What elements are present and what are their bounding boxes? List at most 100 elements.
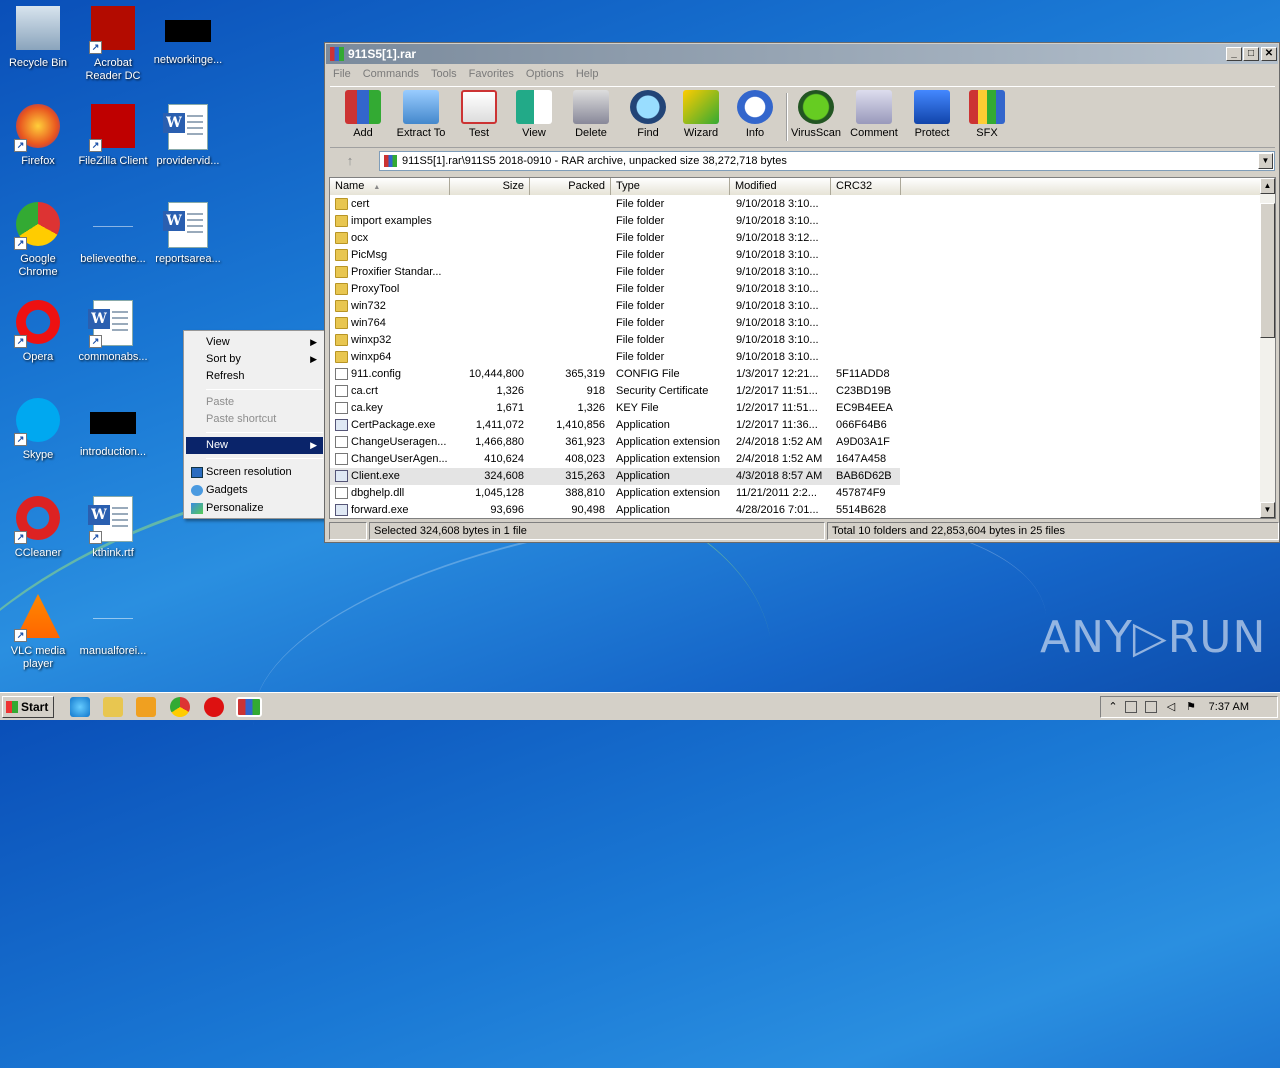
volume-icon[interactable]: ◁: [1165, 701, 1177, 713]
table-row[interactable]: CertPackage.exe 1,411,072 1,410,856 Applica…: [330, 417, 900, 434]
toolbar-wizard-button[interactable]: Wizard: [673, 90, 729, 139]
menu-favorites[interactable]: Favorites: [463, 65, 520, 84]
table-row[interactable]: ProxyTool File folder 9/10/2018 3:10...: [330, 281, 900, 298]
table-row[interactable]: dbghelp.dll 1,045,128 388,810 Application e…: [330, 485, 900, 502]
menu-item-personalize[interactable]: Personalize: [186, 500, 323, 517]
menu-item-new[interactable]: New ▶: [186, 437, 323, 454]
window-title: 911S5[1].rar: [348, 47, 417, 61]
menu-item-gadgets[interactable]: Gadgets: [186, 482, 323, 499]
network-icon[interactable]: [1125, 701, 1137, 713]
close-button[interactable]: ✕: [1261, 47, 1277, 61]
toolbar-delete-button[interactable]: Delete: [563, 90, 619, 139]
desktop-icon[interactable]: ↗ FileZilla Client: [75, 104, 151, 168]
column-type[interactable]: Type: [611, 178, 730, 195]
action-center-icon[interactable]: [1145, 701, 1157, 713]
menu-options[interactable]: Options: [520, 65, 570, 84]
column-label: Type: [616, 180, 640, 192]
desktop-icon[interactable]: W ↗ commonabs...: [75, 300, 151, 364]
table-row[interactable]: ChangeUseragen... 1,466,880 361,923 Applica…: [330, 434, 900, 451]
table-row[interactable]: win732 File folder 9/10/2018 3:10...: [330, 298, 900, 315]
desktop-icon[interactable]: introduction...: [75, 398, 151, 459]
toolbar-protect-button[interactable]: Protect: [904, 90, 960, 139]
menu-item-sort-by[interactable]: Sort by ▶: [186, 351, 323, 368]
table-row[interactable]: winxp64 File folder 9/10/2018 3:10...: [330, 349, 900, 366]
path-field[interactable]: 911S5[1].rar\911S5 2018-0910 - RAR archi…: [379, 151, 1275, 171]
minimize-button[interactable]: _: [1226, 47, 1242, 61]
table-row[interactable]: Client.exe 324,608 315,263 Application 4/3/2…: [330, 468, 900, 485]
start-button[interactable]: Start: [2, 696, 54, 718]
table-row[interactable]: import examples File folder 9/10/2018 3:10…: [330, 213, 900, 230]
column-packed[interactable]: Packed: [530, 178, 611, 195]
toolbar-virusscan-button[interactable]: VirusScan: [788, 90, 844, 139]
toolbar-info-button[interactable]: Info: [727, 90, 783, 139]
desktop-icon[interactable]: ↗ Google Chrome: [0, 202, 76, 279]
desktop-icon[interactable]: ↗ Opera: [0, 300, 76, 364]
menu-item-screen-resolution[interactable]: Screen resolution: [186, 464, 323, 481]
title-bar[interactable]: 911S5[1].rar _ □ ✕: [326, 44, 1278, 64]
scroll-down-icon[interactable]: ▼: [1260, 502, 1275, 518]
scroll-up-icon[interactable]: ▲: [1260, 178, 1275, 194]
column-name[interactable]: Name ▲: [330, 178, 450, 195]
desktop-icon[interactable]: believeothe...: [75, 202, 151, 266]
table-row[interactable]: ca.key 1,671 1,326 KEY File 1/2/2017 11:51..…: [330, 400, 900, 417]
table-row[interactable]: winxp32 File folder 9/10/2018 3:10...: [330, 332, 900, 349]
internet-explorer-icon[interactable]: [70, 697, 90, 717]
column-size[interactable]: Size: [450, 178, 530, 195]
toolbar-label: Test: [468, 127, 490, 139]
vertical-scrollbar[interactable]: ▲ ▼: [1260, 178, 1275, 518]
desktop-icon[interactable]: ↗ CCleaner: [0, 496, 76, 560]
explorer-folder-icon[interactable]: [103, 697, 123, 717]
desktop-icon[interactable]: W ↗ kthink.rtf: [75, 496, 151, 560]
tray-expand-icon[interactable]: ⌃: [1107, 701, 1119, 713]
winrar-taskbar-button[interactable]: [236, 697, 262, 717]
menu-commands[interactable]: Commands: [357, 65, 425, 84]
table-row[interactable]: PicMsg File folder 9/10/2018 3:10...: [330, 247, 900, 264]
toolbar-extract-to-button[interactable]: Extract To: [393, 90, 449, 139]
up-arrow-icon[interactable]: ↑: [335, 153, 365, 169]
cell-packed: 388,810: [565, 487, 605, 499]
chrome-icon[interactable]: [170, 697, 190, 717]
chevron-down-icon[interactable]: ▼: [1258, 153, 1273, 169]
toolbar-test-button[interactable]: Test: [451, 90, 507, 139]
desktop-icon[interactable]: ↗ Acrobat Reader DC: [75, 6, 151, 83]
toolbar-view-button[interactable]: View: [506, 90, 562, 139]
toolbar-sfx-button[interactable]: SFX: [959, 90, 1015, 139]
desktop-icon[interactable]: Recycle Bin: [0, 6, 76, 70]
desktop-icon[interactable]: ↗ Skype: [0, 398, 76, 462]
table-row[interactable]: Proxifier Standar... File folder 9/10/2018…: [330, 264, 900, 281]
table-row[interactable]: 911.config 10,444,800 365,319 CONFIG File 1/…: [330, 366, 900, 383]
desktop-icon[interactable]: Wprovidervid...: [150, 104, 226, 168]
table-row[interactable]: ChangeUserAgen... 410,624 408,023 Applicati…: [330, 451, 900, 468]
cell-name: ChangeUseragen...: [351, 436, 447, 448]
desktop-icon[interactable]: Wreportsarea...: [150, 202, 226, 266]
toolbar-label: Protect: [914, 127, 950, 139]
clock[interactable]: 7:37 AM: [1209, 697, 1249, 717]
flag-icon[interactable]: ⚑: [1185, 701, 1197, 713]
column-modified[interactable]: Modified: [730, 178, 831, 195]
menu-item-view[interactable]: View ▶: [186, 334, 323, 351]
menu-help[interactable]: Help: [570, 65, 605, 84]
opera-icon[interactable]: [204, 697, 224, 717]
column-crc32[interactable]: CRC32: [831, 178, 901, 195]
table-row[interactable]: cert File folder 9/10/2018 3:10...: [330, 196, 900, 213]
table-row[interactable]: win764 File folder 9/10/2018 3:10...: [330, 315, 900, 332]
toolbar-find-button[interactable]: Find: [620, 90, 676, 139]
cell-type: File folder: [616, 334, 665, 346]
maximize-button[interactable]: □: [1243, 47, 1259, 61]
table-row[interactable]: ocx File folder 9/10/2018 3:12...: [330, 230, 900, 247]
cell-name: Client.exe: [351, 470, 400, 482]
desktop-icon[interactable]: networkinge...: [150, 6, 226, 67]
file-icon: [335, 385, 348, 397]
desktop-icon[interactable]: ↗ Firefox: [0, 104, 76, 168]
media-player-icon[interactable]: [136, 697, 156, 717]
desktop-icon[interactable]: ↗ VLC media player: [0, 594, 76, 671]
menu-item-refresh[interactable]: Refresh: [186, 368, 323, 385]
toolbar-add-button[interactable]: Add: [335, 90, 391, 139]
toolbar-comment-button[interactable]: Comment: [846, 90, 902, 139]
menu-file[interactable]: File: [326, 65, 357, 84]
table-row[interactable]: forward.exe 93,696 90,498 Application 4/28/2…: [330, 502, 900, 519]
menu-tools[interactable]: Tools: [425, 65, 463, 84]
scroll-thumb[interactable]: [1260, 203, 1275, 338]
table-row[interactable]: ca.crt 1,326 918 Security Certificate 1/2/20…: [330, 383, 900, 400]
desktop-icon[interactable]: manualforei...: [75, 594, 151, 658]
